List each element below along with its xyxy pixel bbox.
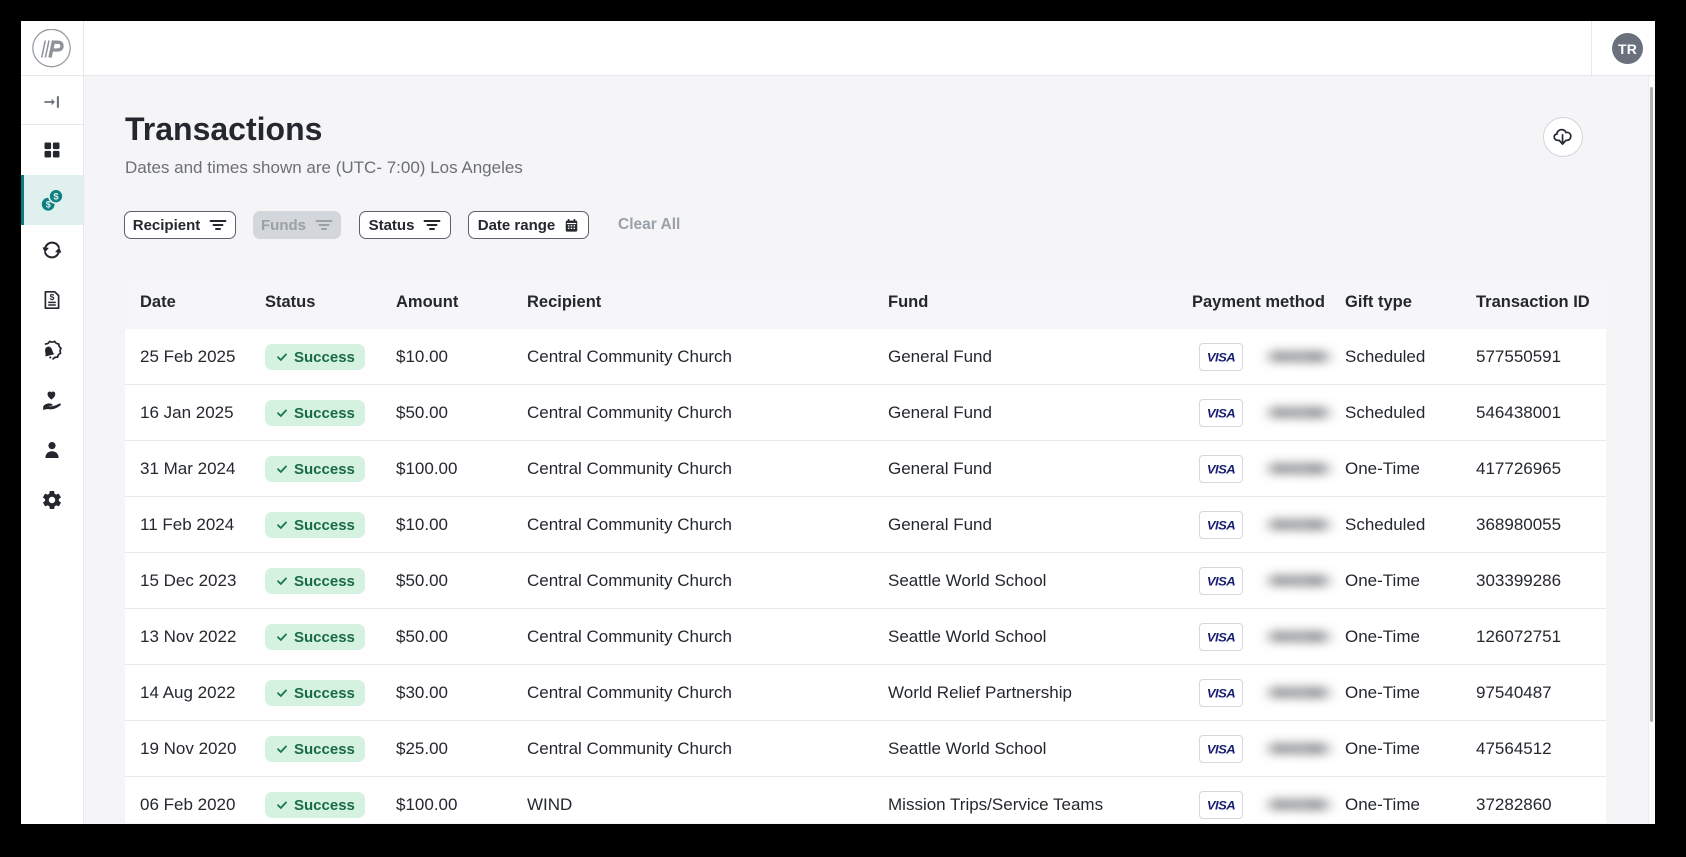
svg-text:$: $: [53, 191, 59, 202]
svg-text:$: $: [50, 292, 55, 302]
